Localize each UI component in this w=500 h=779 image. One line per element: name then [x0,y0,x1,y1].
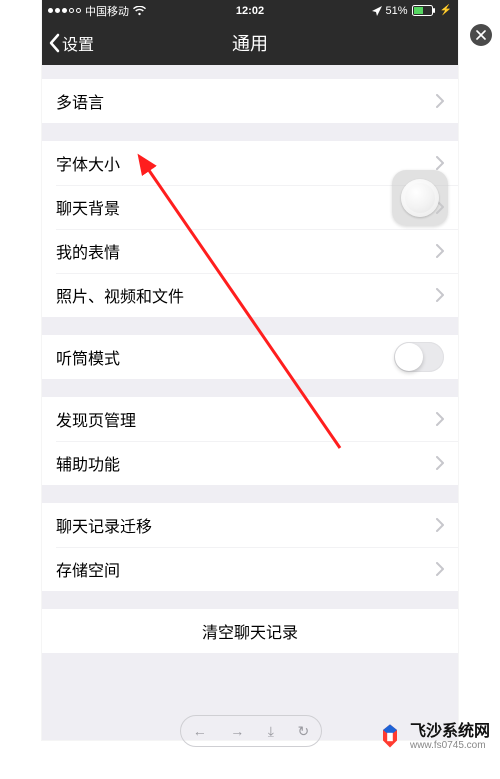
cell-storage[interactable]: 存储空间 [42,547,458,591]
wifi-icon [133,6,146,16]
cell-label: 照片、视频和文件 [56,283,436,307]
clear-chat-history-button[interactable]: 清空聊天记录 [42,609,458,653]
cell-label: 辅助功能 [56,451,436,475]
page-title: 通用 [42,30,458,56]
cell-label: 听筒模式 [56,345,394,369]
image-viewer-toolbar: ← → ⤓ ↻ [180,715,322,747]
battery-icon [412,5,436,16]
close-overlay-button[interactable] [470,24,492,46]
cell-language[interactable]: 多语言 [42,79,458,123]
cell-label: 聊天背景 [56,195,436,219]
group-5: 聊天记录迁移 存储空间 [42,503,458,591]
clear-label: 清空聊天记录 [202,619,298,643]
group-1: 多语言 [42,79,458,123]
cell-label: 发现页管理 [56,407,436,431]
location-icon [372,6,382,16]
cell-label: 存储空间 [56,557,436,581]
signal-dots-icon [48,8,81,13]
watermark-brand: 飞沙系统网 [410,724,490,740]
chevron-right-icon [436,94,444,108]
toggle-switch[interactable] [394,342,444,372]
chevron-right-icon [436,412,444,426]
cell-discover-manage[interactable]: 发现页管理 [42,397,458,441]
phone-frame: 中国移动 12:02 51% ⚡ [42,0,458,740]
chevron-right-icon [436,156,444,170]
watermark: 飞沙系统网 www.fs0745.com [376,723,490,751]
back-button[interactable]: 设置 [42,31,94,55]
cell-label: 我的表情 [56,239,436,263]
watermark-logo-icon [376,723,404,751]
chevron-right-icon [436,518,444,532]
cell-earpiece-mode[interactable]: 听筒模式 [42,335,458,379]
chevron-left-icon [48,33,60,53]
chevron-right-icon [436,456,444,470]
next-icon[interactable]: → [230,723,244,739]
cell-chat-migrate[interactable]: 聊天记录迁移 [42,503,458,547]
cell-label: 字体大小 [56,151,436,175]
close-icon [476,30,486,40]
group-2: 字体大小 聊天背景 我的表情 照片、视频和文件 [42,141,458,317]
assistive-touch-button[interactable] [392,170,448,226]
group-3: 听筒模式 [42,335,458,379]
cell-label: 聊天记录迁移 [56,513,436,537]
group-4: 发现页管理 辅助功能 [42,397,458,485]
prev-icon[interactable]: ← [193,723,207,739]
back-label: 设置 [62,31,94,55]
watermark-url: www.fs0745.com [410,740,490,751]
toggle-knob [395,343,423,371]
settings-list: 多语言 字体大小 聊天背景 我的表情 照片、视频和文件 [42,79,458,653]
carrier-label: 中国移动 [85,3,129,19]
cell-stickers[interactable]: 我的表情 [42,229,458,273]
cell-accessibility[interactable]: 辅助功能 [42,441,458,485]
cell-media-files[interactable]: 照片、视频和文件 [42,273,458,317]
rotate-icon[interactable]: ↻ [298,723,310,740]
status-bar: 中国移动 12:02 51% ⚡ [42,0,458,21]
nav-bar: 设置 通用 [42,21,458,65]
battery-pct: 51% [386,5,408,17]
download-icon[interactable]: ⤓ [268,723,274,740]
assistive-touch-icon [401,179,439,217]
chevron-right-icon [436,288,444,302]
chevron-right-icon [436,562,444,576]
charging-icon: ⚡ [440,5,452,16]
cell-label: 多语言 [56,89,436,113]
chevron-right-icon [436,244,444,258]
